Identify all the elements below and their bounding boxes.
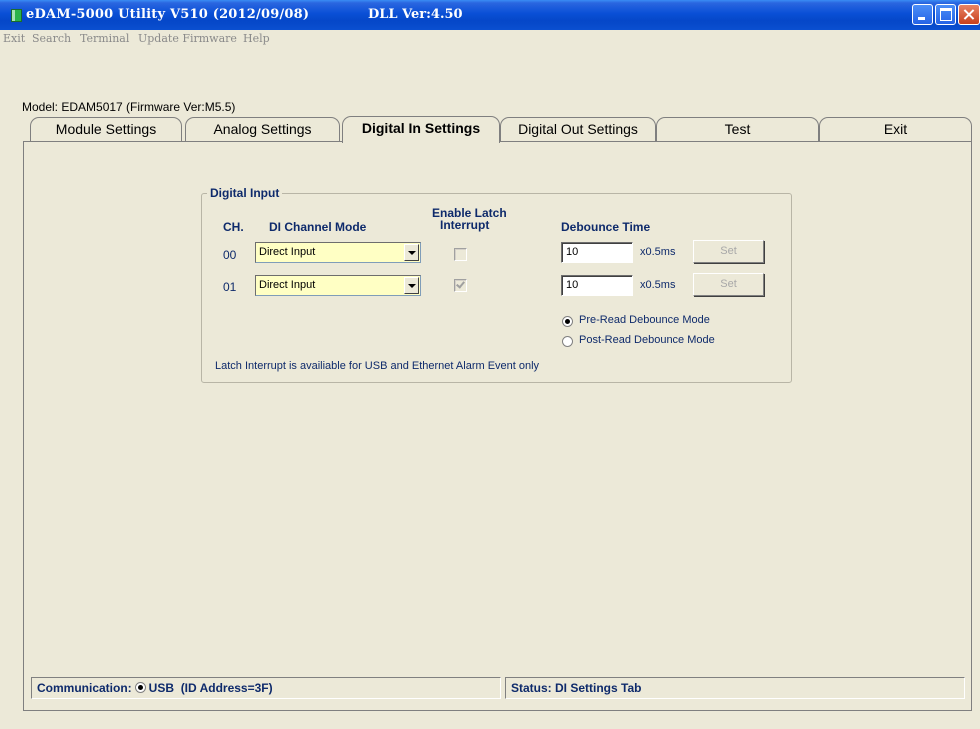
debounce-unit: x0.5ms [640,279,676,291]
usb-radio [134,682,146,693]
header-channel: CH. [223,220,244,234]
debounce-input[interactable]: 10 [561,242,633,263]
menu-search[interactable]: Search [32,32,71,45]
status-text: Status: DI Settings Tab [505,677,965,699]
communication-value: USB [148,681,175,695]
channel-mode-value: Direct Input [259,246,316,258]
channel-number: 01 [223,280,237,294]
channel-mode-select[interactable]: Direct Input [255,275,421,296]
channel-number: 00 [223,248,237,262]
menu-update-firmware[interactable]: Update Firmware [138,32,237,45]
chevron-down-icon[interactable] [404,277,419,294]
dll-version: DLL Ver:4.50 [368,7,463,22]
debounce-unit: x0.5ms [640,246,676,258]
communication-status: Communication: USB (ID Address=3F) [31,677,501,699]
id-address: (ID Address=3F) [180,681,273,695]
group-title: Digital Input [207,186,283,200]
latch-note: Latch Interrupt is availiable for USB an… [215,360,540,372]
tab-module-settings[interactable]: Module Settings [30,117,182,141]
pre-read-debounce-radio[interactable] [562,316,573,327]
tab-digital-in-settings[interactable]: Digital In Settings [342,116,500,143]
app-icon[interactable] [11,9,22,22]
menu-help[interactable]: Help [243,32,270,45]
header-interrupt: Interrupt [440,218,490,232]
set-button[interactable]: Set [693,273,764,296]
menu-terminal[interactable]: Terminal [80,32,129,45]
menu-bar: Exit Search Terminal Update Firmware Hel… [0,30,980,48]
set-button[interactable]: Set [693,240,764,263]
maximize-icon[interactable] [935,4,956,25]
post-read-debounce-radio[interactable] [562,336,573,347]
tab-test[interactable]: Test [656,117,819,141]
channel-mode-value: Direct Input [259,279,316,291]
communication-label: Communication: [37,681,132,695]
post-read-debounce-label: Post-Read Debounce Mode [579,334,715,346]
header-channel-mode: DI Channel Mode [269,220,367,234]
chevron-down-icon[interactable] [404,244,419,261]
channel-mode-select[interactable]: Direct Input [255,242,421,263]
window-title: eDAM-5000 Utility V510 (2012/09/08) [26,7,310,22]
header-debounce-time: Debounce Time [561,220,651,234]
pre-read-debounce-label: Pre-Read Debounce Mode [579,314,710,326]
latch-interrupt-checkbox[interactable] [454,279,467,292]
menu-exit[interactable]: Exit [3,32,25,45]
debounce-input[interactable]: 10 [561,275,633,296]
latch-interrupt-checkbox[interactable] [454,248,467,261]
tab-analog-settings[interactable]: Analog Settings [185,117,340,141]
title-bar[interactable]: eDAM-5000 Utility V510 (2012/09/08) DLL … [0,0,980,30]
tab-digital-out-settings[interactable]: Digital Out Settings [500,117,656,141]
close-icon[interactable] [958,4,980,25]
tab-exit[interactable]: Exit [819,117,972,141]
model-label: Model: EDAM5017 (Firmware Ver:M5.5) [22,100,236,114]
minimize-icon[interactable] [912,4,933,25]
